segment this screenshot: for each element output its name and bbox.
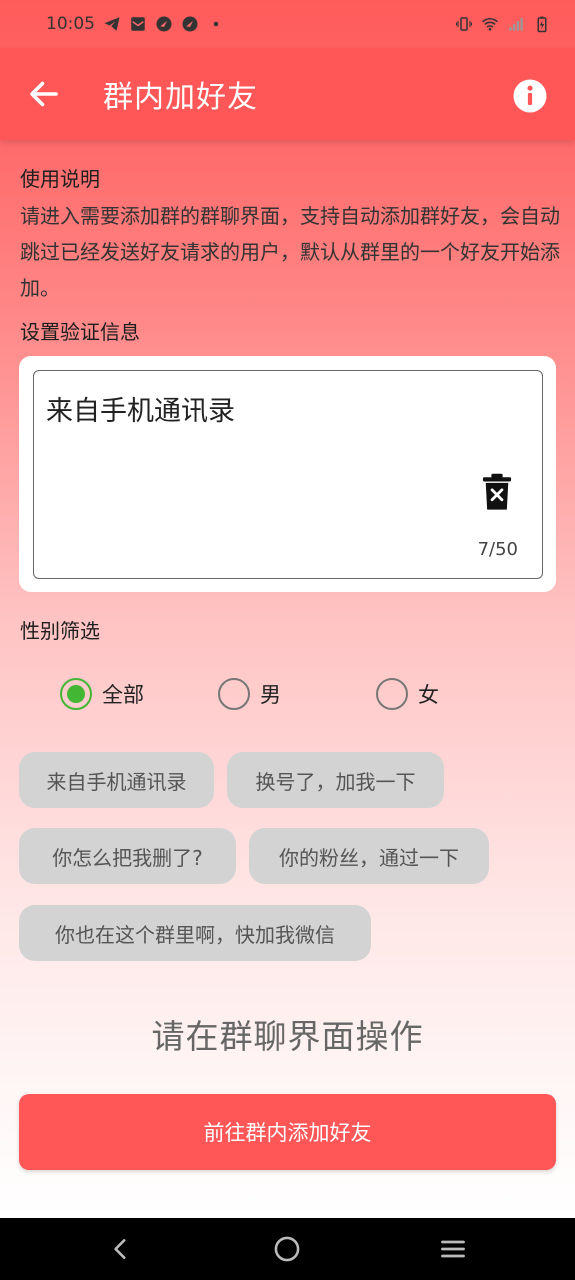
radio-female[interactable]: 女 [376,674,439,714]
nav-back-icon[interactable] [104,1232,138,1266]
verification-message-value: 来自手机通讯录 [46,396,235,427]
status-bar-left: 10:05 [46,14,225,34]
vibrate-icon [455,15,473,33]
preset-chip[interactable]: 你怎么把我删了? [19,828,236,884]
page-title: 群内加好友 [103,80,258,115]
clear-trash-icon[interactable] [480,473,514,511]
verification-message-input[interactable]: 来自手机通讯录 7/50 [33,370,543,579]
character-counter: 7/50 [477,539,518,560]
signal-icon [507,15,525,33]
gender-radio-group: 全部 男 女 [0,674,575,714]
mail-icon [129,15,147,33]
system-nav-bar [0,1218,575,1280]
radio-button-checked[interactable] [60,678,92,710]
go-add-friends-button[interactable]: 前往群内添加好友 [19,1094,556,1170]
wifi-icon [481,15,499,33]
status-bar: 10:05 [0,0,575,48]
radio-label: 全部 [102,683,144,707]
preset-chip[interactable]: 换号了，加我一下 [227,752,444,808]
gender-filter-heading: 性别筛选 [20,619,100,643]
verification-card: 来自手机通讯录 7/50 [19,356,556,592]
radio-male[interactable]: 男 [218,674,281,714]
radio-all[interactable]: 全部 [60,674,144,714]
app-notification-icon [181,15,199,33]
info-icon[interactable] [512,78,548,114]
app-bar: 群内加好友 [0,48,575,140]
instructions-heading: 使用说明 [20,167,100,191]
nav-recents-icon[interactable] [436,1232,470,1266]
preset-chip[interactable]: 来自手机通讯录 [19,752,214,808]
radio-label: 男 [260,683,281,707]
radio-button[interactable] [376,678,408,710]
radio-label: 女 [418,683,439,707]
battery-charging-icon [533,15,551,33]
verification-heading: 设置验证信息 [20,320,140,344]
back-arrow-icon[interactable] [24,74,64,114]
preset-chip[interactable]: 你的粉丝，通过一下 [249,828,489,884]
nav-home-icon[interactable] [270,1232,304,1266]
dot-icon [207,15,225,33]
telegram-icon [103,15,121,33]
app-notification-icon [155,15,173,33]
operation-hint: 请在群聊界面操作 [151,1017,424,1056]
status-bar-right [455,15,551,33]
radio-button[interactable] [218,678,250,710]
preset-chip[interactable]: 你也在这个群里啊，快加我微信 [19,905,371,961]
instructions-text: 请进入需要添加群的群聊界面，支持自动添加群好友，会自动跳过已经发送好友请求的用户… [20,204,560,300]
status-time: 10:05 [46,14,95,34]
